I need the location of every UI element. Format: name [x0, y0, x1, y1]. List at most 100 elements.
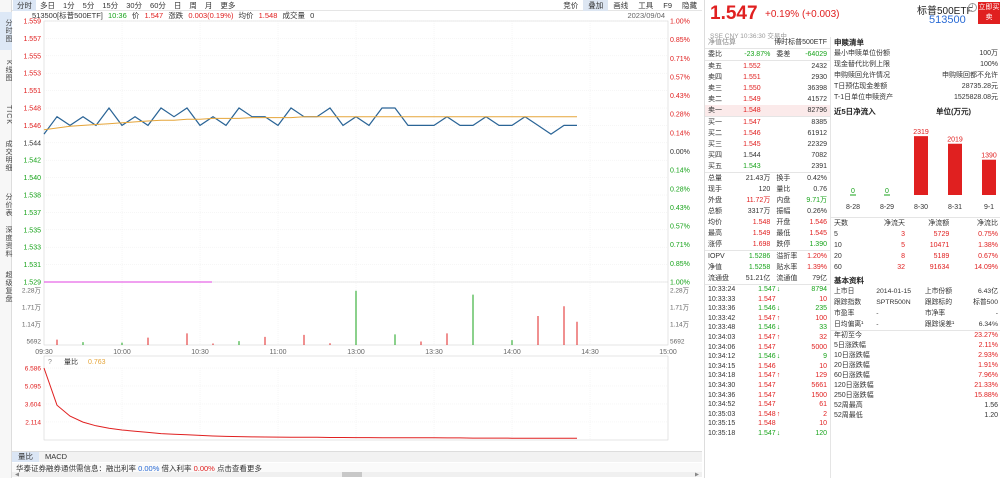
trade-row: 10:34:15 1.546 10: [705, 362, 830, 372]
cell: 卖五: [708, 63, 722, 70]
ask-row: 卖五 1.552 2432: [705, 60, 830, 73]
price-tick-label: 1.535: [23, 227, 41, 234]
nav-tab-2[interactable]: TICK: [0, 98, 12, 132]
inflow-day-label: 8-30: [914, 204, 928, 211]
trade-row: 10:33:33 1.547 10: [705, 295, 830, 305]
nav-tab-3[interactable]: 成交明细: [0, 137, 12, 175]
nav-tab-5[interactable]: 深度资料: [0, 223, 12, 261]
cell: 涨停: [708, 241, 722, 248]
nav-tab-4[interactable]: 分价表: [0, 186, 12, 224]
cell: 上市份额: [924, 288, 953, 295]
pct-tick-label: 0.57%: [670, 224, 690, 231]
cell: 33: [819, 324, 827, 332]
price-tick-label: 1.540: [23, 175, 41, 182]
cell: 1.39%: [807, 264, 827, 271]
cell: 2930: [811, 74, 827, 81]
cell: 1.547: [758, 391, 776, 399]
cell: 36398: [807, 85, 827, 92]
time-tick-label: 15:00: [659, 349, 677, 356]
cell: 最小申赎单位份额: [834, 50, 890, 57]
cell: 41572: [807, 96, 827, 103]
nav-tab-6[interactable]: 超级复盘: [0, 268, 12, 306]
chart-scrollbar[interactable]: [12, 471, 702, 478]
cell: 120: [815, 429, 827, 437]
volratio-tick-label: 6.586: [25, 366, 42, 373]
cell: 买二: [708, 130, 722, 137]
bid-row: 买三 1.545 22329: [705, 139, 830, 150]
avg-price-line: [43, 116, 577, 131]
info-icon[interactable]: i: [968, 3, 977, 12]
shengou-row: 申购赎回允许情况 申购赎回都不允许: [831, 70, 1000, 81]
price-tick-label: 1.548: [23, 106, 41, 113]
cell: 120日涨跌幅: [834, 382, 874, 389]
time-tick-label: 09:30: [35, 349, 53, 356]
cell: 52周最高: [834, 402, 863, 409]
stat-row: 现手 120 量比 0.76: [705, 184, 830, 195]
cell: T-1日单位申赎资产: [834, 94, 894, 101]
cell: 外盘: [708, 197, 722, 204]
cell: 10:33:48: [708, 324, 736, 332]
cell: -: [995, 310, 998, 317]
nav-tab-0[interactable]: 分时图: [0, 12, 12, 50]
cell: 1.548: [752, 219, 771, 226]
cell: -: [876, 321, 879, 328]
cell: 1.546: [743, 130, 761, 137]
cell: -64029: [805, 51, 827, 58]
cell: 10: [834, 242, 842, 249]
perf-row: 5日涨跌幅 2.11%: [831, 341, 1000, 351]
volratio-line: [43, 367, 577, 439]
cell: 23.27%: [974, 332, 998, 339]
time-tick-label: 13:30: [425, 349, 443, 356]
cell: 1.543: [743, 163, 761, 170]
cell: 年初至今: [834, 332, 862, 339]
flow-head-row: 天数 净流天 净流额 净流比: [831, 217, 1000, 230]
scrollbar-thumb: [342, 472, 362, 477]
flow-row: 20 8 5189 0.67%: [831, 251, 1000, 262]
cell: 量比: [776, 186, 791, 193]
order-book: 净值估算 博时标普500ETF 委比 -23.87% 委差 -64029 卖五 1.552 24…: [705, 37, 830, 439]
cell: -: [876, 310, 879, 317]
nav-tab-1[interactable]: K线图: [0, 52, 12, 90]
cell: 买一: [708, 119, 722, 126]
cell: 1.547: [755, 371, 797, 381]
cell: 20日涨跌幅: [834, 362, 870, 369]
shengou-row: T-1日单位申赎资产 1525828.08元: [831, 92, 1000, 103]
indicator-tab-0[interactable]: 量比: [12, 452, 39, 462]
cell: 1.545: [809, 230, 827, 237]
cell: 0.76: [813, 186, 827, 193]
cell: 2432: [811, 63, 827, 70]
perf-row: 年初至今 23.27%: [831, 330, 1000, 342]
cell: 10日涨跌幅: [834, 352, 870, 359]
pct-tick-label: 0.43%: [670, 205, 690, 212]
cell: 10:33:42: [708, 314, 736, 322]
cell: 10:34:52: [708, 401, 736, 409]
cell: 100万: [979, 50, 998, 57]
trade-row: 10:33:42 1.547 100: [705, 314, 830, 324]
pct-tick-label: 0.14%: [670, 130, 690, 137]
cell: 1.546: [755, 304, 797, 314]
cell: 1.20%: [807, 253, 827, 260]
indicator-tab-1[interactable]: MACD: [39, 452, 73, 462]
intraday-chart[interactable]: 1.559 1.557 1.555 1.553 1.551 1.548 1.546 1.544…: [12, 0, 702, 450]
trade-button[interactable]: 立即买卖: [978, 2, 1000, 24]
price-tick-label: 1.533: [23, 245, 41, 252]
cell: 跟踪指数: [834, 299, 862, 306]
cell: 0.67%: [978, 253, 998, 260]
bid-row: 买五 1.543 2391: [705, 161, 830, 173]
cell: 内盘: [776, 197, 791, 204]
cell: 1.552: [743, 63, 761, 70]
volratio-tick-label: 2.114: [25, 419, 41, 426]
price-tick-label: 1.555: [23, 53, 41, 60]
cell: 净流天: [884, 220, 905, 227]
basic-row: 跟踪指数 SPTR500N 跟踪标的 标普500: [831, 297, 1000, 308]
pct-tick-label: 0.71%: [670, 56, 690, 63]
trade-row: 10:35:03 1.548 2: [705, 410, 830, 420]
fund-details-column: 申赎清单 最小申赎单位份额 100万 现金替代比例上限 100% 申购赎回允许情况 申购赎…: [830, 37, 1000, 478]
cell: 10:35:15: [708, 420, 736, 428]
cell: 标普500: [973, 299, 998, 306]
net-inflow-title: 近5日净流入 单位(万元): [831, 106, 1000, 117]
cell: 1.551: [743, 74, 761, 81]
cell: 买三: [708, 141, 722, 148]
time-tick-label: 10:00: [113, 349, 131, 356]
cell: 5189: [933, 253, 950, 260]
